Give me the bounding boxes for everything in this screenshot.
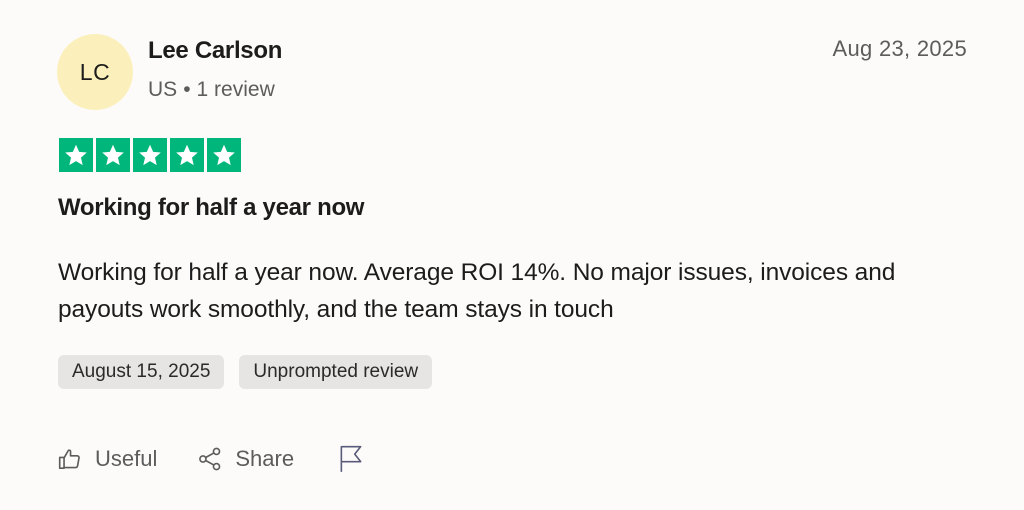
star-icon	[170, 138, 204, 172]
star-icon	[133, 138, 167, 172]
star-rating	[59, 138, 241, 172]
experience-date-badge: August 15, 2025	[58, 355, 225, 389]
review-tags: August 15, 2025 Unprompted review	[58, 355, 433, 389]
author-meta: US • 1 review	[148, 78, 275, 102]
share-button[interactable]: Share	[197, 446, 294, 472]
flag-icon	[338, 444, 364, 474]
meta-separator: •	[183, 78, 191, 101]
review-card: LC Lee Carlson US • 1 review Aug 23, 2025 …	[0, 0, 1024, 510]
review-actions: Useful Share	[57, 441, 364, 477]
useful-label: Useful	[95, 446, 158, 471]
author-country: US	[148, 78, 178, 101]
star-icon	[207, 138, 241, 172]
useful-button[interactable]: Useful	[57, 446, 157, 472]
unprompted-review-badge[interactable]: Unprompted review	[239, 355, 433, 389]
review-title[interactable]: Working for half a year now	[58, 194, 364, 222]
author-review-count: 1 review	[196, 78, 275, 101]
avatar[interactable]: LC	[57, 34, 133, 110]
report-button[interactable]	[338, 444, 364, 474]
thumbs-up-icon	[57, 446, 83, 472]
star-icon	[96, 138, 130, 172]
star-icon	[59, 138, 93, 172]
share-icon	[197, 446, 223, 472]
author-name[interactable]: Lee Carlson	[148, 37, 282, 65]
share-label: Share	[235, 446, 295, 471]
avatar-initials: LC	[79, 58, 111, 85]
review-body: Working for half a year now. Average ROI…	[58, 259, 896, 323]
review-date: Aug 23, 2025	[832, 36, 967, 61]
